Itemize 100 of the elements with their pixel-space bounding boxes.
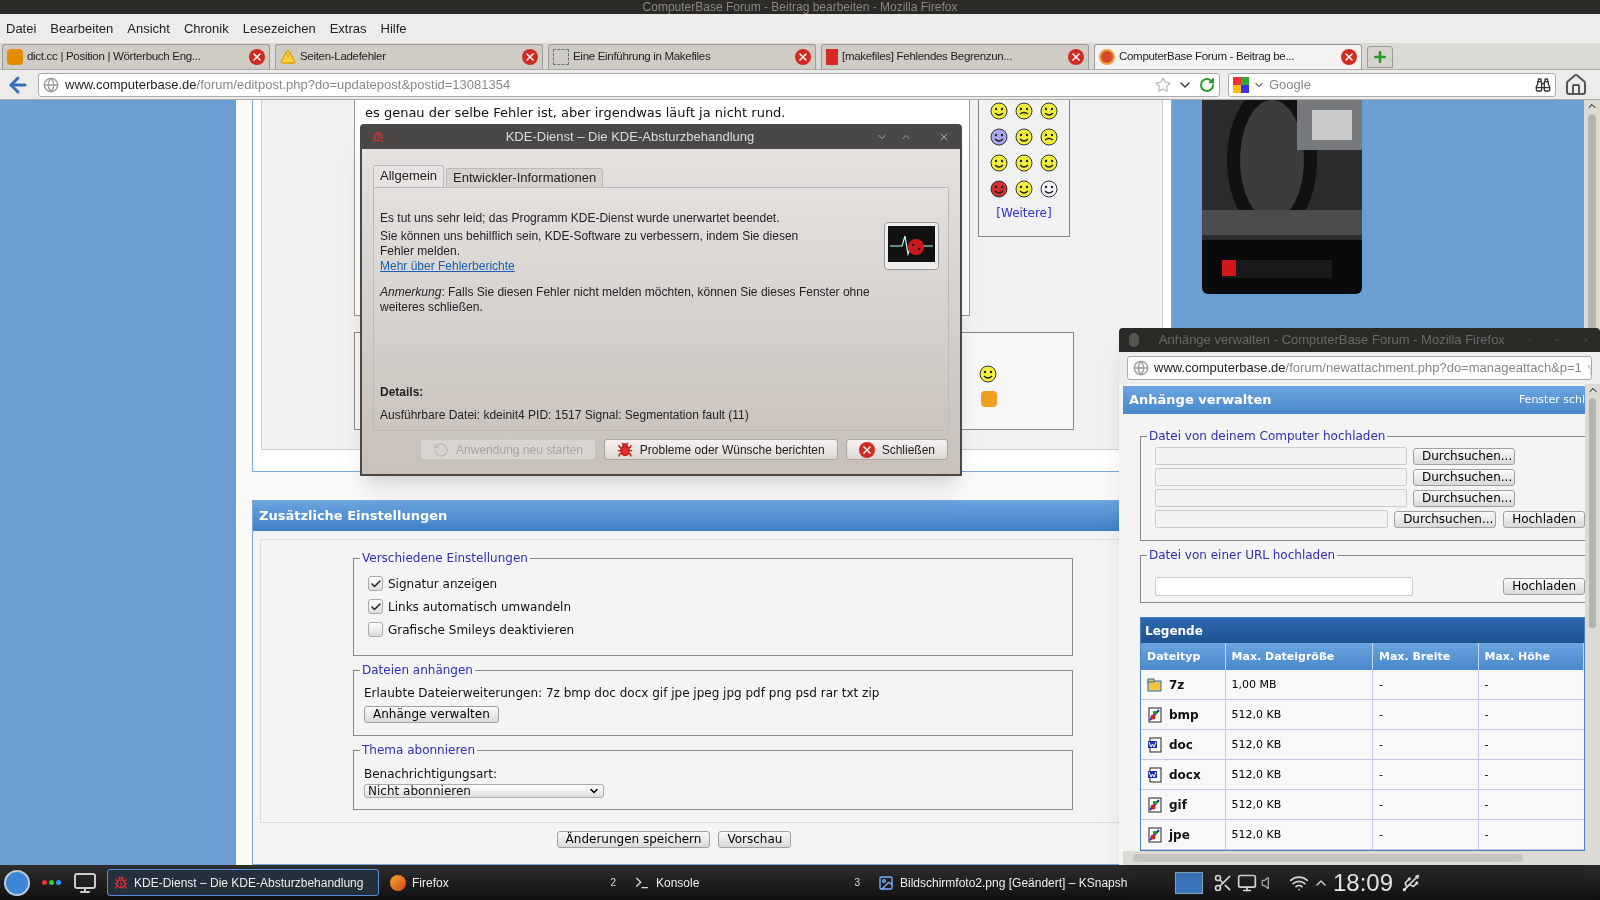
smiley-icon[interactable] bbox=[1040, 180, 1058, 198]
column-header: Dateityp bbox=[1141, 643, 1226, 670]
upload-button[interactable]: Hochladen bbox=[1503, 577, 1585, 595]
clock[interactable]: 18:09 bbox=[1333, 869, 1394, 896]
smiley-icon[interactable] bbox=[1015, 154, 1033, 172]
scissors-icon[interactable] bbox=[1213, 872, 1233, 893]
table-cell: - bbox=[1373, 700, 1479, 729]
checkbox[interactable] bbox=[368, 622, 383, 637]
dialog-tab[interactable]: Entwickler-Informationen bbox=[446, 168, 604, 187]
smiley-icon[interactable] bbox=[990, 102, 1008, 120]
bug-icon bbox=[114, 875, 128, 890]
save-button[interactable]: Änderungen speichern bbox=[556, 831, 711, 848]
file-path-field[interactable] bbox=[1155, 489, 1407, 507]
close-icon[interactable] bbox=[522, 49, 538, 65]
activities-icon[interactable] bbox=[42, 880, 61, 885]
menu-item[interactable]: Chronik bbox=[183, 18, 229, 39]
file-path-field[interactable] bbox=[1155, 510, 1389, 528]
browser-tab[interactable]: ComputerBase Forum - Beitrag be... bbox=[1094, 44, 1362, 69]
notification-select[interactable]: Nicht abonnieren bbox=[364, 784, 604, 798]
close-icon[interactable] bbox=[1341, 49, 1357, 65]
close-icon[interactable] bbox=[795, 49, 811, 65]
popup-title: Anhänge verwalten - ComputerBase Forum - Mozilla Firefox bbox=[1158, 331, 1505, 350]
url-input-field[interactable] bbox=[1155, 576, 1413, 596]
dialog-button[interactable]: Probleme oder Wünsche berichten bbox=[603, 439, 838, 460]
checkbox[interactable] bbox=[368, 576, 383, 591]
menu-item[interactable]: Bearbeiten bbox=[50, 18, 114, 39]
menu-item[interactable]: Datei bbox=[6, 18, 37, 39]
dialog-tab[interactable]: Allgemein bbox=[373, 165, 445, 187]
post-text: es genau der selbe Fehler ist, aber irgendwas läuft ja nicht rund. bbox=[365, 105, 786, 120]
table-cell-text: jpe bbox=[1169, 826, 1190, 844]
window-count: 3 bbox=[854, 876, 860, 890]
browse-button[interactable]: Durchsuchen... bbox=[1413, 468, 1515, 486]
kde-menu-icon[interactable] bbox=[4, 869, 30, 896]
smiley-icon[interactable] bbox=[1040, 102, 1058, 120]
table-cell: - bbox=[1373, 730, 1479, 759]
table-cell: - bbox=[1373, 820, 1479, 849]
table-cell-text: - bbox=[1483, 827, 1490, 843]
smiley-icon[interactable] bbox=[990, 154, 1008, 172]
details-heading: Details: bbox=[380, 384, 425, 401]
smiley-icon[interactable] bbox=[990, 128, 1008, 146]
taskbar-item[interactable]: Firefox 2 bbox=[383, 869, 623, 896]
device-icon[interactable] bbox=[1401, 872, 1422, 893]
window-count: 2 bbox=[610, 876, 616, 890]
table-cell: 1,00 MB bbox=[1225, 670, 1373, 699]
menu-item[interactable]: Ansicht bbox=[127, 18, 170, 39]
scrollbar[interactable] bbox=[1585, 384, 1600, 865]
reload-icon[interactable] bbox=[1199, 76, 1215, 93]
close-icon[interactable] bbox=[858, 441, 875, 458]
browse-button[interactable]: Durchsuchen... bbox=[1413, 447, 1515, 465]
dialog-button[interactable]: Schließen bbox=[845, 439, 948, 460]
preview-button[interactable]: Vorschau bbox=[718, 831, 792, 848]
upload-button[interactable]: Hochladen bbox=[1503, 510, 1585, 528]
url-field[interactable]: www.computerbase.de/forum/editpost.php?do=updatepost&postid=13081354 bbox=[38, 72, 1220, 97]
browser-tab[interactable]: [makefiles] Fehlendes Begrenzun... bbox=[821, 44, 1089, 69]
browse-button[interactable]: Durchsuchen... bbox=[1394, 510, 1497, 528]
checkbox[interactable] bbox=[368, 599, 383, 614]
restart-icon bbox=[433, 441, 450, 458]
column-header: Max. Breite bbox=[1373, 643, 1479, 670]
close-icon[interactable] bbox=[1068, 49, 1084, 65]
monitor-icon[interactable] bbox=[1237, 872, 1257, 893]
menu-item[interactable]: Lesezeichen bbox=[242, 18, 316, 39]
search-input[interactable]: Google bbox=[1269, 74, 1531, 95]
browser-tab[interactable]: Seiten-Ladefehler bbox=[275, 44, 543, 69]
smiley-icon[interactable] bbox=[979, 365, 997, 383]
scrollbar-thumb[interactable] bbox=[1589, 398, 1596, 628]
file-path-field[interactable] bbox=[1155, 468, 1407, 486]
home-icon[interactable] bbox=[1564, 72, 1588, 97]
search-icon[interactable] bbox=[1535, 76, 1551, 93]
file-path-field[interactable] bbox=[1155, 447, 1407, 465]
word-file-icon bbox=[1147, 766, 1163, 783]
smiley-icon[interactable] bbox=[1015, 128, 1033, 146]
manage-attachments-button[interactable]: Anhänge verwalten bbox=[364, 706, 499, 723]
smiley-icon[interactable] bbox=[1015, 180, 1033, 198]
search-engine-icon[interactable] bbox=[1233, 76, 1249, 93]
table-cell: 512,0 KB bbox=[1225, 700, 1373, 729]
error-message: Es tut uns sehr leid; das Programm KDE-Dienst wurde unerwartet beendet. bbox=[380, 210, 781, 226]
menu-item[interactable]: Extras bbox=[329, 18, 367, 39]
taskbar-item[interactable]: KDE-Dienst – Die KDE-Absturzbehandlung bbox=[107, 869, 379, 896]
desktop-icon[interactable] bbox=[73, 870, 97, 895]
smiley-icon[interactable] bbox=[1015, 102, 1033, 120]
bug-icon bbox=[616, 441, 633, 458]
smiley-icon[interactable] bbox=[990, 180, 1008, 198]
image-file-icon bbox=[1147, 826, 1163, 843]
more-smileys-link[interactable]: [Weitere] bbox=[996, 204, 1052, 222]
close-icon[interactable] bbox=[249, 49, 265, 65]
browser-tab[interactable]: Eine Einführung in Makefiles bbox=[548, 44, 816, 69]
url-field[interactable]: www.computerbase.de/forum/newattachment.php?do=manageattach&p=1 bbox=[1127, 356, 1592, 380]
browser-tab[interactable]: dict.cc | Position | Wörterbuch Eng... bbox=[2, 44, 270, 69]
horizontal-scrollbar[interactable] bbox=[1123, 851, 1585, 865]
smiley-icon[interactable] bbox=[1040, 128, 1058, 146]
search-field[interactable]: Google bbox=[1228, 72, 1556, 97]
smiley-icon[interactable] bbox=[1040, 154, 1058, 172]
taskbar-item[interactable]: Bildschirmfoto2.png [Geändert] – KSnapsh bbox=[871, 869, 1163, 896]
bug-reports-link[interactable]: Mehr über Fehlerberichte bbox=[380, 259, 515, 274]
pager-icon[interactable] bbox=[1175, 871, 1203, 894]
fieldset-legend: Datei von deinem Computer hochladen bbox=[1147, 428, 1388, 444]
browse-button[interactable]: Durchsuchen... bbox=[1413, 489, 1515, 507]
menu-item[interactable]: Hilfe bbox=[380, 18, 407, 39]
table-cell: 512,0 KB bbox=[1225, 760, 1373, 789]
taskbar-item[interactable]: Konsole 3 bbox=[627, 869, 867, 896]
